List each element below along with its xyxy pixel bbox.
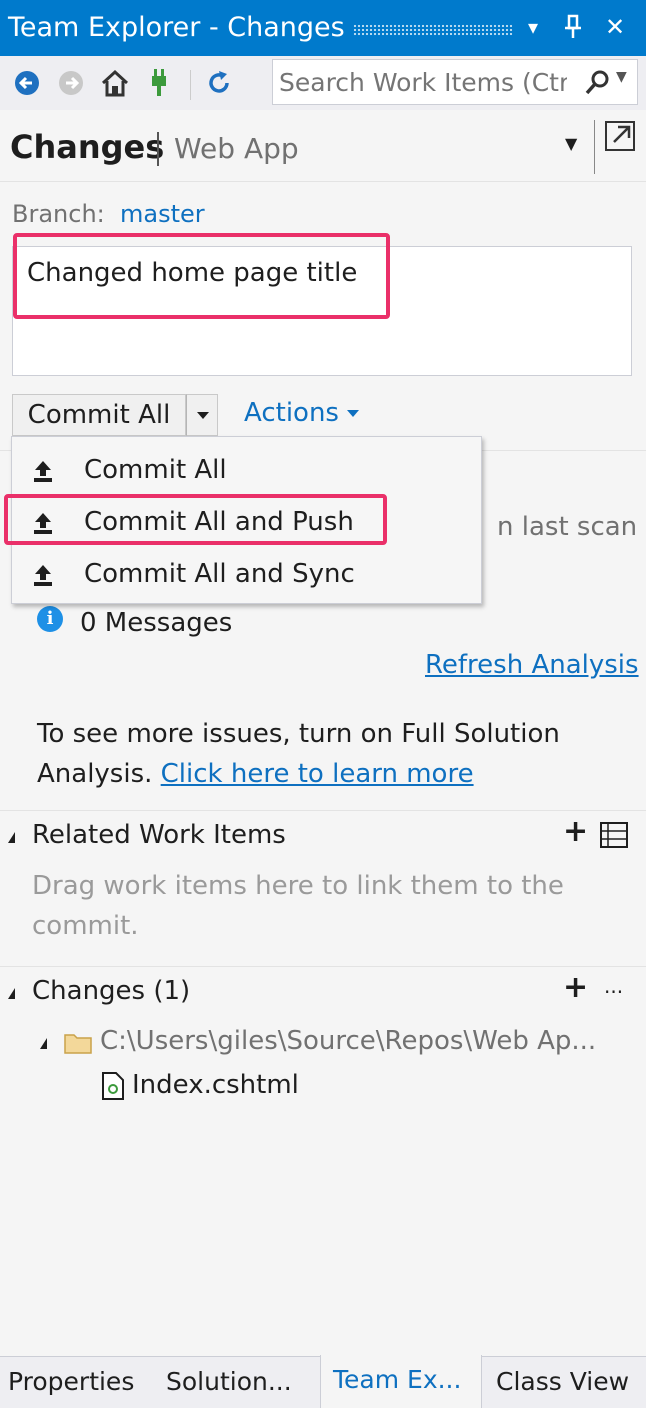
search-box[interactable]: ▼ — [272, 59, 638, 105]
pin-button[interactable] — [558, 10, 588, 44]
connect-icon — [152, 69, 166, 96]
query-list-button[interactable] — [600, 822, 628, 852]
back-icon — [15, 71, 39, 95]
page-menu-button[interactable]: ▼ — [565, 134, 577, 153]
messages-count[interactable]: 0 Messages — [80, 608, 232, 638]
page-title: Changes — [10, 128, 165, 166]
repo-name[interactable]: Web App — [174, 132, 299, 165]
collapse-triangle-icon[interactable] — [8, 832, 15, 843]
forward-button[interactable] — [54, 66, 88, 100]
section-divider — [0, 810, 646, 811]
commit-dropdown-button[interactable] — [186, 394, 218, 436]
close-button[interactable]: ✕ — [600, 10, 630, 44]
drag-grip[interactable] — [353, 24, 513, 36]
tab-class-view[interactable]: Class View — [496, 1357, 629, 1408]
window-title: Team Explorer - Changes — [8, 12, 345, 43]
highlight-commit-message — [13, 233, 390, 319]
pin-icon — [565, 14, 581, 38]
commit-all-button[interactable]: Commit All — [12, 394, 186, 436]
section-divider — [0, 966, 646, 967]
menu-item-commit-all-and-sync[interactable]: Commit All and Sync — [12, 549, 481, 601]
file-icon — [102, 1072, 124, 1104]
refresh-analysis-link[interactable]: Refresh Analysis — [425, 650, 639, 680]
title-separator — [157, 132, 159, 166]
highlight-commit-and-push — [4, 494, 387, 545]
branch-link[interactable]: master — [120, 200, 205, 228]
related-work-items-header[interactable]: Related Work Items — [32, 820, 286, 850]
undock-icon — [605, 121, 635, 151]
changed-file[interactable]: Index.cshtml — [132, 1070, 299, 1100]
actions-label: Actions — [244, 398, 339, 428]
forward-icon — [59, 71, 83, 95]
tab-solution-explorer[interactable]: Solution... — [166, 1357, 292, 1408]
commit-upload-icon — [34, 565, 52, 586]
folder-path[interactable]: C:\Users\giles\Source\Repos\Web Ap... — [100, 1026, 596, 1056]
search-input[interactable] — [279, 65, 567, 99]
header-separator — [594, 120, 595, 174]
undock-button[interactable] — [602, 120, 636, 154]
refresh-button[interactable] — [202, 66, 236, 100]
bottom-tab-bar: Properties Solution... Team Ex... Class … — [0, 1355, 646, 1408]
menu-item-label: Commit All and Sync — [84, 559, 355, 589]
learn-more-link[interactable]: Click here to learn more — [161, 759, 474, 789]
analysis-status-text: n last scan — [497, 512, 638, 542]
chevron-down-icon — [197, 412, 209, 419]
window-menu-button[interactable]: ▾ — [518, 10, 548, 44]
chevron-down-icon — [346, 410, 359, 417]
search-options-button[interactable]: ▼ — [616, 69, 627, 85]
actions-menu[interactable]: Actions — [244, 398, 359, 428]
info-icon: i — [37, 606, 63, 632]
home-icon — [101, 69, 129, 97]
commit-upload-icon — [34, 461, 52, 482]
connect-button[interactable] — [142, 66, 176, 100]
toolbar-separator — [190, 70, 191, 100]
menu-item-commit-all[interactable]: Commit All — [12, 445, 481, 497]
home-button[interactable] — [98, 66, 132, 100]
menu-item-label: Commit All — [84, 455, 227, 485]
toolbar: ▼ — [0, 56, 646, 110]
tab-team-explorer[interactable]: Team Ex... — [320, 1355, 482, 1408]
add-work-item-button[interactable]: + — [563, 814, 588, 849]
back-button[interactable] — [10, 66, 44, 100]
search-icon — [585, 70, 609, 95]
tab-properties[interactable]: Properties — [8, 1357, 134, 1408]
search-button[interactable] — [583, 68, 611, 98]
list-icon — [600, 822, 628, 848]
collapse-triangle-icon[interactable] — [40, 1038, 47, 1049]
collapse-triangle-icon[interactable] — [8, 988, 15, 999]
more-options-button[interactable]: ··· — [604, 980, 623, 1004]
refresh-icon — [209, 71, 229, 93]
changes-header[interactable]: Changes (1) — [32, 976, 190, 1006]
title-bar: Team Explorer - Changes ▾ ✕ — [0, 0, 646, 56]
stage-all-button[interactable]: + — [563, 970, 588, 1005]
analysis-help-text: To see more issues, turn on Full Solutio… — [37, 714, 617, 794]
branch-label: Branch: — [12, 200, 105, 228]
related-work-items-hint: Drag work items here to link them to the… — [32, 871, 564, 941]
folder-icon — [64, 1032, 92, 1058]
page-header: Changes Web App ▼ — [0, 110, 646, 182]
